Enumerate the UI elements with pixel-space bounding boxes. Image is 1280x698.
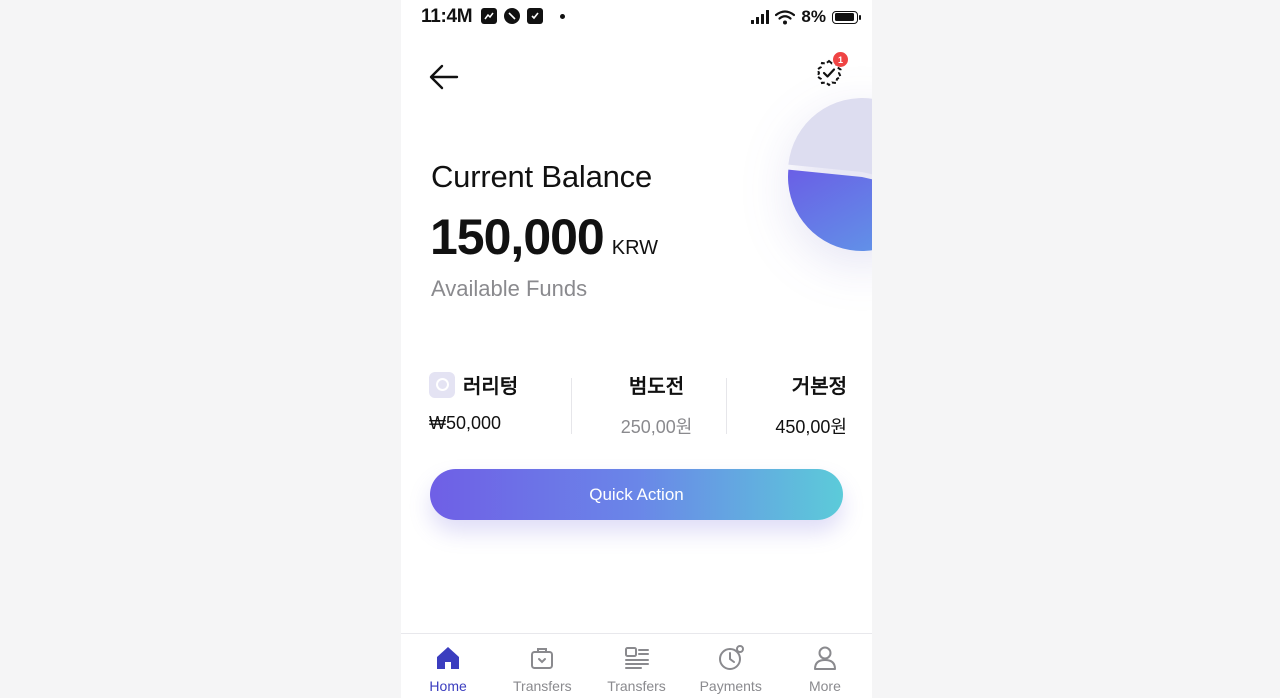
balance-pie-chart: [782, 92, 872, 252]
stat-label: 러리텅: [463, 376, 519, 398]
back-button[interactable]: [427, 60, 463, 94]
stat-divider: [726, 378, 727, 434]
nav-label: Transfers: [513, 678, 572, 694]
signal-icon: [751, 10, 770, 24]
clock-icon: [718, 645, 744, 670]
pie-chart-graphic: [788, 98, 872, 251]
nav-label: Payments: [699, 678, 762, 694]
balance-subtitle: Available Funds: [431, 276, 588, 301]
battery-percent: 8%: [801, 7, 826, 26]
stat-value: ₩50,000: [429, 413, 502, 433]
nav-item-transfers[interactable]: Transfers: [495, 634, 589, 698]
more-notifications-dot: [560, 13, 565, 19]
stat-label: 거본정: [791, 376, 847, 398]
receipt-icon: [624, 647, 649, 669]
pie-slice: [788, 169, 872, 251]
balance-currency: KRW: [611, 237, 659, 259]
balance-amount-row: 150,000 KRW: [430, 208, 658, 266]
notifications-button[interactable]: 1: [814, 52, 848, 90]
nav-label: Home: [429, 678, 467, 694]
status-notification-icons: [481, 8, 565, 24]
battery-icon: [832, 10, 861, 24]
briefcase-icon: [531, 648, 554, 669]
nav-item-home[interactable]: Home: [401, 634, 495, 698]
stats-row: 러리텅 ₩50,000 범도전 250,00원 거본정 450,00원: [429, 370, 847, 440]
stat-value: 250,00원: [620, 417, 693, 437]
nav-item-more[interactable]: More: [778, 634, 872, 698]
blocked-app-icon: [504, 8, 520, 24]
wifi-icon: [775, 9, 796, 24]
quick-action-button[interactable]: Quick Action: [430, 469, 843, 520]
wallet-chip-icon: [429, 371, 455, 398]
nav-item-transfers-list[interactable]: Transfers: [589, 634, 683, 698]
stat-value: 450,00원: [775, 417, 847, 437]
notification-badge: 1: [833, 52, 848, 67]
balance-title: Current Balance: [431, 159, 653, 194]
arrow-left-icon: [429, 64, 459, 90]
stat-divider: [571, 378, 572, 434]
bottom-navigation: Home Transfers Transfers Payments More: [401, 633, 872, 698]
balance-amount: 150,000: [430, 209, 605, 265]
status-time: 11:4M: [421, 6, 473, 27]
phone-screen: 11:4M 8% 1 Current Balance 150,000 KRW A…: [401, 0, 872, 698]
stat-item[interactable]: 거본정 450,00원: [734, 370, 847, 440]
home-icon: [437, 647, 460, 669]
nav-item-payments[interactable]: Payments: [684, 634, 778, 698]
stat-item[interactable]: 러리텅 ₩50,000: [429, 370, 564, 440]
photo-app-icon: [481, 8, 497, 24]
stat-item[interactable]: 범도전 250,00원: [589, 370, 724, 440]
checkbox-app-icon: [527, 8, 543, 24]
nav-label: More: [808, 678, 841, 694]
status-right: 8%: [751, 7, 861, 27]
nav-label: Transfers: [607, 678, 666, 694]
user-icon: [813, 646, 836, 670]
status-bar: 11:4M 8%: [401, 0, 872, 34]
stat-label: 범도전: [628, 376, 685, 398]
